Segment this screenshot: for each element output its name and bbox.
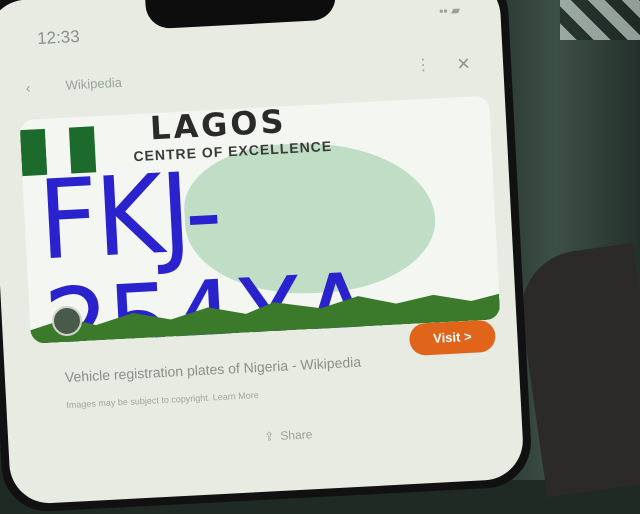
result-caption[interactable]: Vehicle registration plates of Nigeria -…: [64, 351, 385, 386]
chevron-left-icon[interactable]: ‹: [25, 80, 31, 96]
share-button[interactable]: ⇪ Share: [264, 427, 313, 443]
checkered-cloth: [560, 0, 640, 40]
image-viewer-header: ‹ Wikipedia ⋮ ×: [19, 51, 480, 100]
status-icons: ▪▪ ▰: [438, 2, 461, 19]
close-icon[interactable]: ×: [456, 51, 470, 78]
phone-screen: 12:33 ▪▪ ▰ ‹ Wikipedia ⋮ × LAGOS CENTRE …: [0, 0, 525, 506]
copyright-note: Images may be subject to copyright. Lear…: [66, 390, 259, 411]
notch: [144, 0, 337, 30]
source-label[interactable]: Wikipedia: [65, 75, 122, 93]
share-label: Share: [279, 427, 313, 443]
share-icon: ⇪: [263, 429, 275, 444]
license-plate-image: LAGOS CENTRE OF EXCELLENCE FKJ-254XA: [19, 95, 501, 344]
status-time: 12:33: [36, 26, 81, 49]
visit-button[interactable]: Visit >: [408, 319, 497, 357]
phone: 12:33 ▪▪ ▰ ‹ Wikipedia ⋮ × LAGOS CENTRE …: [0, 0, 534, 514]
dots-vertical-icon[interactable]: ⋮: [415, 55, 432, 76]
